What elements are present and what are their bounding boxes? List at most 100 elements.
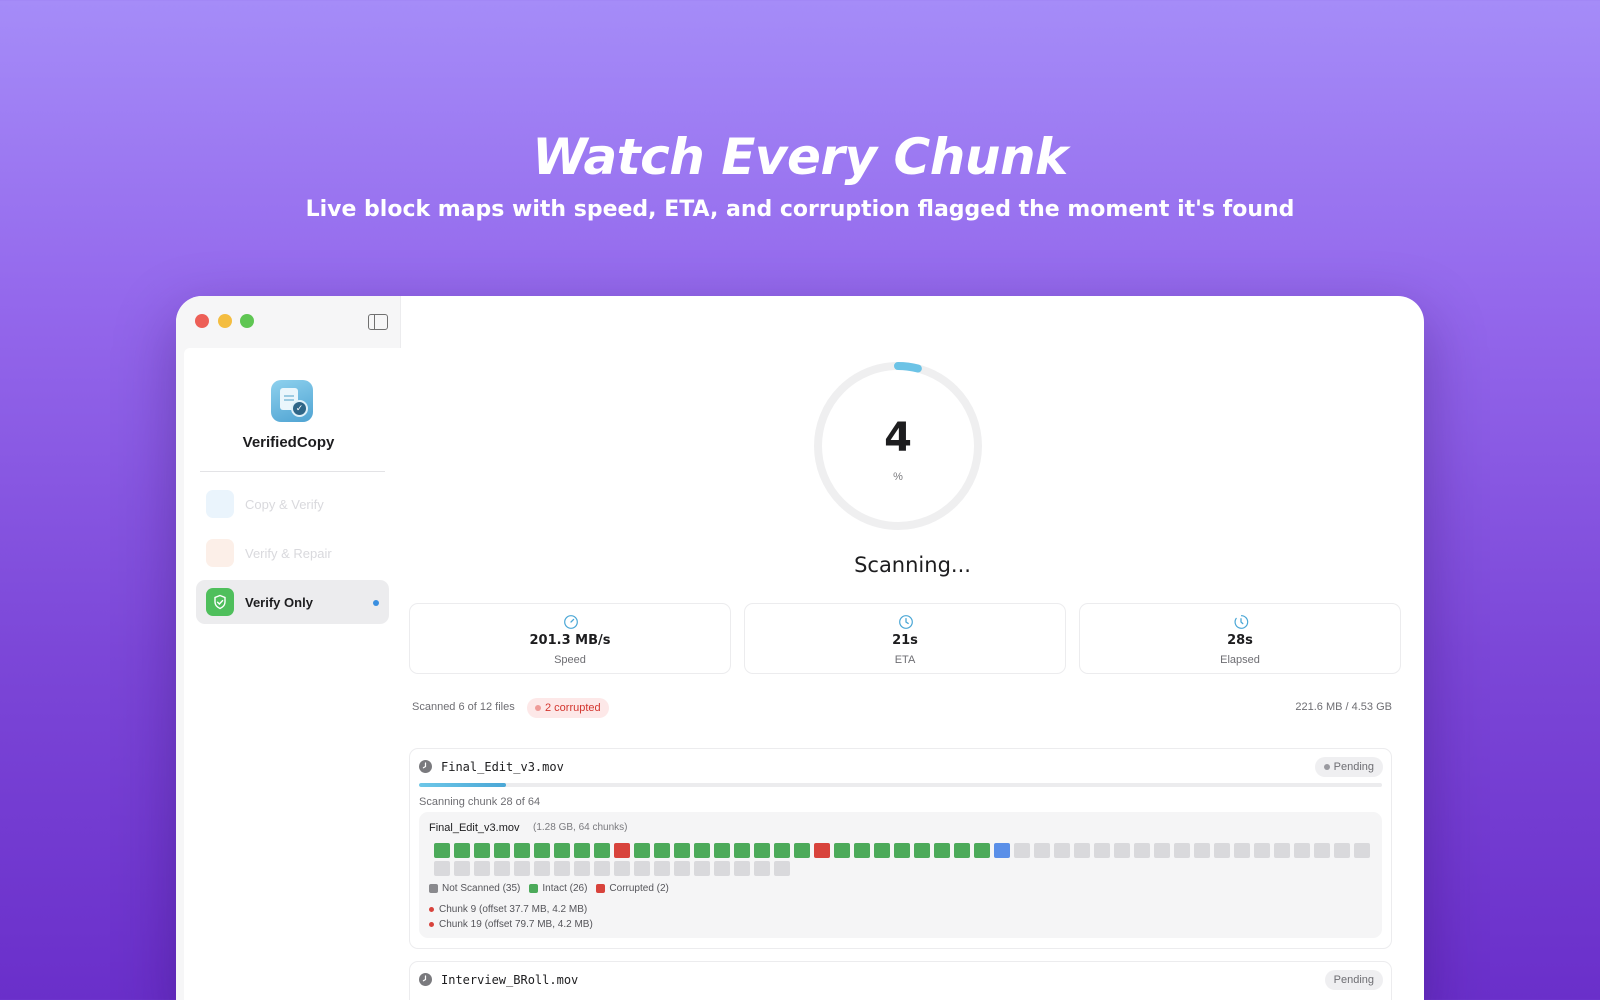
chunk-intact[interactable] <box>434 843 450 858</box>
chunk-intact[interactable] <box>594 843 610 858</box>
file-name: Final_Edit_v3.mov <box>441 760 564 774</box>
sidebar-toggle-icon[interactable] <box>368 314 388 330</box>
chunk-intact[interactable] <box>934 843 950 858</box>
chunk-not-scanned[interactable] <box>1034 843 1050 858</box>
sidebar-item-label: Copy & Verify <box>245 496 324 512</box>
chunk-not-scanned[interactable] <box>1314 843 1330 858</box>
chunk-intact[interactable] <box>734 843 750 858</box>
chunk-not-scanned[interactable] <box>474 861 490 876</box>
chunk-not-scanned[interactable] <box>1194 843 1210 858</box>
chunk-not-scanned[interactable] <box>1274 843 1290 858</box>
chunk-intact[interactable] <box>574 843 590 858</box>
active-indicator-dot <box>373 600 379 606</box>
chunk-not-scanned[interactable] <box>614 861 630 876</box>
chunk-intact[interactable] <box>754 843 770 858</box>
chunk-not-scanned[interactable] <box>1294 843 1310 858</box>
sidebar-item-verify-repair[interactable]: Verify & Repair <box>196 531 389 575</box>
chunk-not-scanned[interactable] <box>1094 843 1110 858</box>
chunk-not-scanned[interactable] <box>774 861 790 876</box>
chunk-not-scanned[interactable] <box>1334 843 1350 858</box>
status-badge: Pending <box>1314 757 1383 777</box>
close-window-button[interactable] <box>195 314 209 328</box>
chunk-not-scanned[interactable] <box>1074 843 1090 858</box>
chunk-not-scanned[interactable] <box>594 861 610 876</box>
file-card[interactable]: Interview_BRoll.mov Pending <box>409 961 1392 1000</box>
file-card[interactable]: Final_Edit_v3.mov Pending Scanning chunk… <box>409 748 1392 949</box>
hero-subtitle: Live block maps with speed, ETA, and cor… <box>305 197 1295 222</box>
chunk-intact[interactable] <box>494 843 510 858</box>
scan-summary: Scanned 6 of 12 files 2 corrupted 221.6 … <box>412 698 1392 718</box>
chunk-not-scanned[interactable] <box>494 861 510 876</box>
chunk-not-scanned[interactable] <box>1254 843 1270 858</box>
zoom-window-button[interactable] <box>240 314 254 328</box>
chunk-not-scanned[interactable] <box>1154 843 1170 858</box>
stat-value: 201.3 MB/s <box>529 633 611 648</box>
chunk-not-scanned[interactable] <box>1354 843 1370 858</box>
stat-value: 21s <box>892 633 918 648</box>
chunk-intact[interactable] <box>894 843 910 858</box>
chunk-intact[interactable] <box>694 843 710 858</box>
chunk-not-scanned[interactable] <box>1174 843 1190 858</box>
chunk-not-scanned[interactable] <box>1014 843 1030 858</box>
chunk-not-scanned[interactable] <box>434 861 450 876</box>
chunk-intact[interactable] <box>914 843 930 858</box>
chunk-scanning[interactable] <box>994 843 1010 858</box>
sidebar-item-label: Verify & Repair <box>245 545 332 561</box>
chunk-intact[interactable] <box>514 843 530 858</box>
chunk-not-scanned[interactable] <box>1214 843 1230 858</box>
chunk-not-scanned[interactable] <box>574 861 590 876</box>
chunk-not-scanned[interactable] <box>1114 843 1130 858</box>
chunk-intact[interactable] <box>794 843 810 858</box>
chunk-intact[interactable] <box>654 843 670 858</box>
chunk-not-scanned[interactable] <box>654 861 670 876</box>
block-map-meta: (1.28 GB, 64 chunks) <box>533 822 628 833</box>
chunk-not-scanned[interactable] <box>694 861 710 876</box>
chunk-intact[interactable] <box>774 843 790 858</box>
shield-check-icon <box>206 588 234 616</box>
chunk-intact[interactable] <box>854 843 870 858</box>
sidebar-divider <box>200 471 385 472</box>
clock-icon <box>419 973 432 986</box>
chunk-intact[interactable] <box>474 843 490 858</box>
chunk-not-scanned[interactable] <box>754 861 770 876</box>
chunk-not-scanned[interactable] <box>714 861 730 876</box>
sidebar-item-copy-verify[interactable]: Copy & Verify <box>196 482 389 526</box>
sidebar-item-verify-only[interactable]: Verify Only <box>196 580 389 624</box>
chunk-corrupted[interactable] <box>814 843 830 858</box>
chunk-not-scanned[interactable] <box>1134 843 1150 858</box>
chunk-not-scanned[interactable] <box>674 861 690 876</box>
file-progress-fill <box>419 783 506 787</box>
repair-icon <box>206 539 234 567</box>
chunk-intact[interactable] <box>634 843 650 858</box>
clock-icon <box>419 760 432 773</box>
chunk-not-scanned[interactable] <box>454 861 470 876</box>
chunk-not-scanned[interactable] <box>734 861 750 876</box>
chunk-intact[interactable] <box>974 843 990 858</box>
app-name: VerifiedCopy <box>242 434 335 451</box>
corrupted-chunk-item: Chunk 9 (offset 37.7 MB, 4.2 MB) <box>429 904 587 915</box>
stat-label: ETA <box>894 654 916 666</box>
stat-eta: 21s ETA <box>744 603 1066 674</box>
chunk-intact[interactable] <box>534 843 550 858</box>
stat-value: 28s <box>1227 633 1253 648</box>
chunk-not-scanned[interactable] <box>534 861 550 876</box>
chunk-not-scanned[interactable] <box>1234 843 1250 858</box>
chunk-intact[interactable] <box>554 843 570 858</box>
chunk-intact[interactable] <box>454 843 470 858</box>
minimize-window-button[interactable] <box>218 314 232 328</box>
chunk-intact[interactable] <box>874 843 890 858</box>
chunk-corrupted[interactable] <box>614 843 630 858</box>
chunk-intact[interactable] <box>714 843 730 858</box>
chunk-intact[interactable] <box>674 843 690 858</box>
chunk-not-scanned[interactable] <box>554 861 570 876</box>
stat-label: Speed <box>554 654 586 666</box>
chunk-caption: Scanning chunk 28 of 64 <box>419 796 541 808</box>
corrupted-badge[interactable]: 2 corrupted <box>527 698 609 718</box>
chunk-not-scanned[interactable] <box>514 861 530 876</box>
block-map-legend: Not Scanned (35) Intact (26) Corrupted (… <box>429 883 669 894</box>
chunk-intact[interactable] <box>834 843 850 858</box>
chunk-intact[interactable] <box>954 843 970 858</box>
chunk-not-scanned[interactable] <box>1054 843 1070 858</box>
sidebar-item-label: Verify Only <box>245 594 313 610</box>
chunk-not-scanned[interactable] <box>634 861 650 876</box>
